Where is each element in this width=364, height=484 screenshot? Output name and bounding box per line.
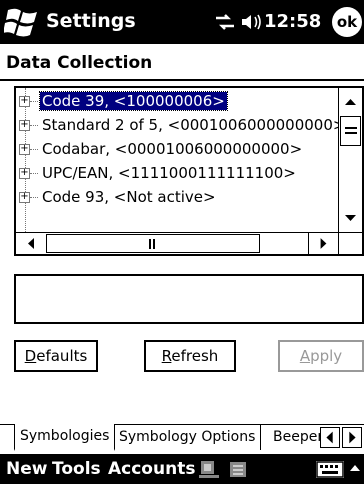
refresh-button[interactable]: Refresh	[144, 340, 236, 372]
apply-button[interactable]: Apply	[278, 340, 364, 372]
tab-scroll-right-icon[interactable]	[342, 427, 362, 448]
scroll-down-icon[interactable]	[339, 204, 362, 232]
tab-scroll-left-icon[interactable]	[320, 427, 340, 448]
scroll-left-icon[interactable]	[16, 233, 46, 254]
scrollbar-corner	[338, 233, 362, 254]
defaults-button[interactable]: Defaults	[14, 340, 98, 372]
menu-tools[interactable]: Tools	[52, 459, 101, 479]
tree-rows: + Code 39, <100000006> + Standard 2 of 5…	[16, 88, 338, 232]
page-title: Data Collection	[6, 53, 153, 73]
expand-icon[interactable]: +	[19, 192, 30, 203]
tree-item-codabar[interactable]: + Codabar, <00001006000000000>	[16, 138, 338, 162]
clock[interactable]: 12:58	[264, 11, 321, 32]
vertical-scroll-thumb[interactable]	[340, 116, 361, 146]
input-panel-arrow-icon[interactable]	[348, 460, 362, 478]
tree-item-code93[interactable]: + Code 93, <Not active>	[16, 186, 338, 210]
detail-panel[interactable]	[14, 274, 364, 324]
app-title: Settings	[46, 10, 136, 32]
tab-symbology-options[interactable]: Symbology Options	[114, 425, 262, 450]
scroll-right-icon[interactable]	[308, 233, 338, 254]
keyboard-icon[interactable]	[316, 461, 344, 478]
expand-icon[interactable]: +	[19, 96, 30, 107]
tab-strip: Symbologies Symbology Options Beeper	[0, 424, 364, 451]
tree-item-label: Codabar, <00001006000000000>	[42, 140, 303, 158]
connectivity-icon[interactable]	[214, 13, 236, 31]
symbology-tree[interactable]: + Code 39, <100000006> + Standard 2 of 5…	[14, 86, 364, 256]
folder-icon[interactable]	[228, 459, 250, 479]
expand-icon[interactable]: +	[19, 120, 30, 131]
volume-icon[interactable]	[240, 12, 262, 32]
expand-icon[interactable]: +	[19, 144, 30, 155]
send-receive-icon[interactable]	[198, 459, 220, 479]
tree-item-label: Standard 2 of 5, <0001006000000000>	[42, 116, 338, 134]
expand-icon[interactable]: +	[19, 168, 30, 179]
tree-item-upc-ean[interactable]: + UPC/EAN, <1111000111111100>	[16, 162, 338, 186]
tree-item-standard-2-of-5[interactable]: + Standard 2 of 5, <0001006000000000>	[16, 114, 338, 138]
vertical-scrollbar[interactable]	[338, 88, 362, 232]
menu-new[interactable]: New	[6, 459, 47, 479]
tree-item-label: Code 39, <100000006>	[39, 91, 228, 111]
tree-item-code39[interactable]: + Code 39, <100000006>	[16, 90, 338, 114]
windows-start-icon[interactable]	[4, 6, 40, 38]
tree-item-label: UPC/EAN, <1111000111111100>	[42, 164, 296, 182]
title-bar: Settings 12:58 ok	[0, 0, 364, 44]
tab-symbologies[interactable]: Symbologies	[14, 424, 116, 451]
menu-accounts[interactable]: Accounts	[108, 459, 195, 479]
horizontal-scrollbar[interactable]	[16, 232, 362, 254]
horizontal-scroll-thumb[interactable]	[46, 234, 260, 253]
ok-button[interactable]: ok	[332, 7, 362, 37]
menu-bar: New Tools Accounts	[0, 454, 364, 484]
scroll-up-icon[interactable]	[339, 88, 362, 116]
heading-divider	[0, 79, 364, 81]
tree-item-label: Code 93, <Not active>	[42, 188, 216, 206]
